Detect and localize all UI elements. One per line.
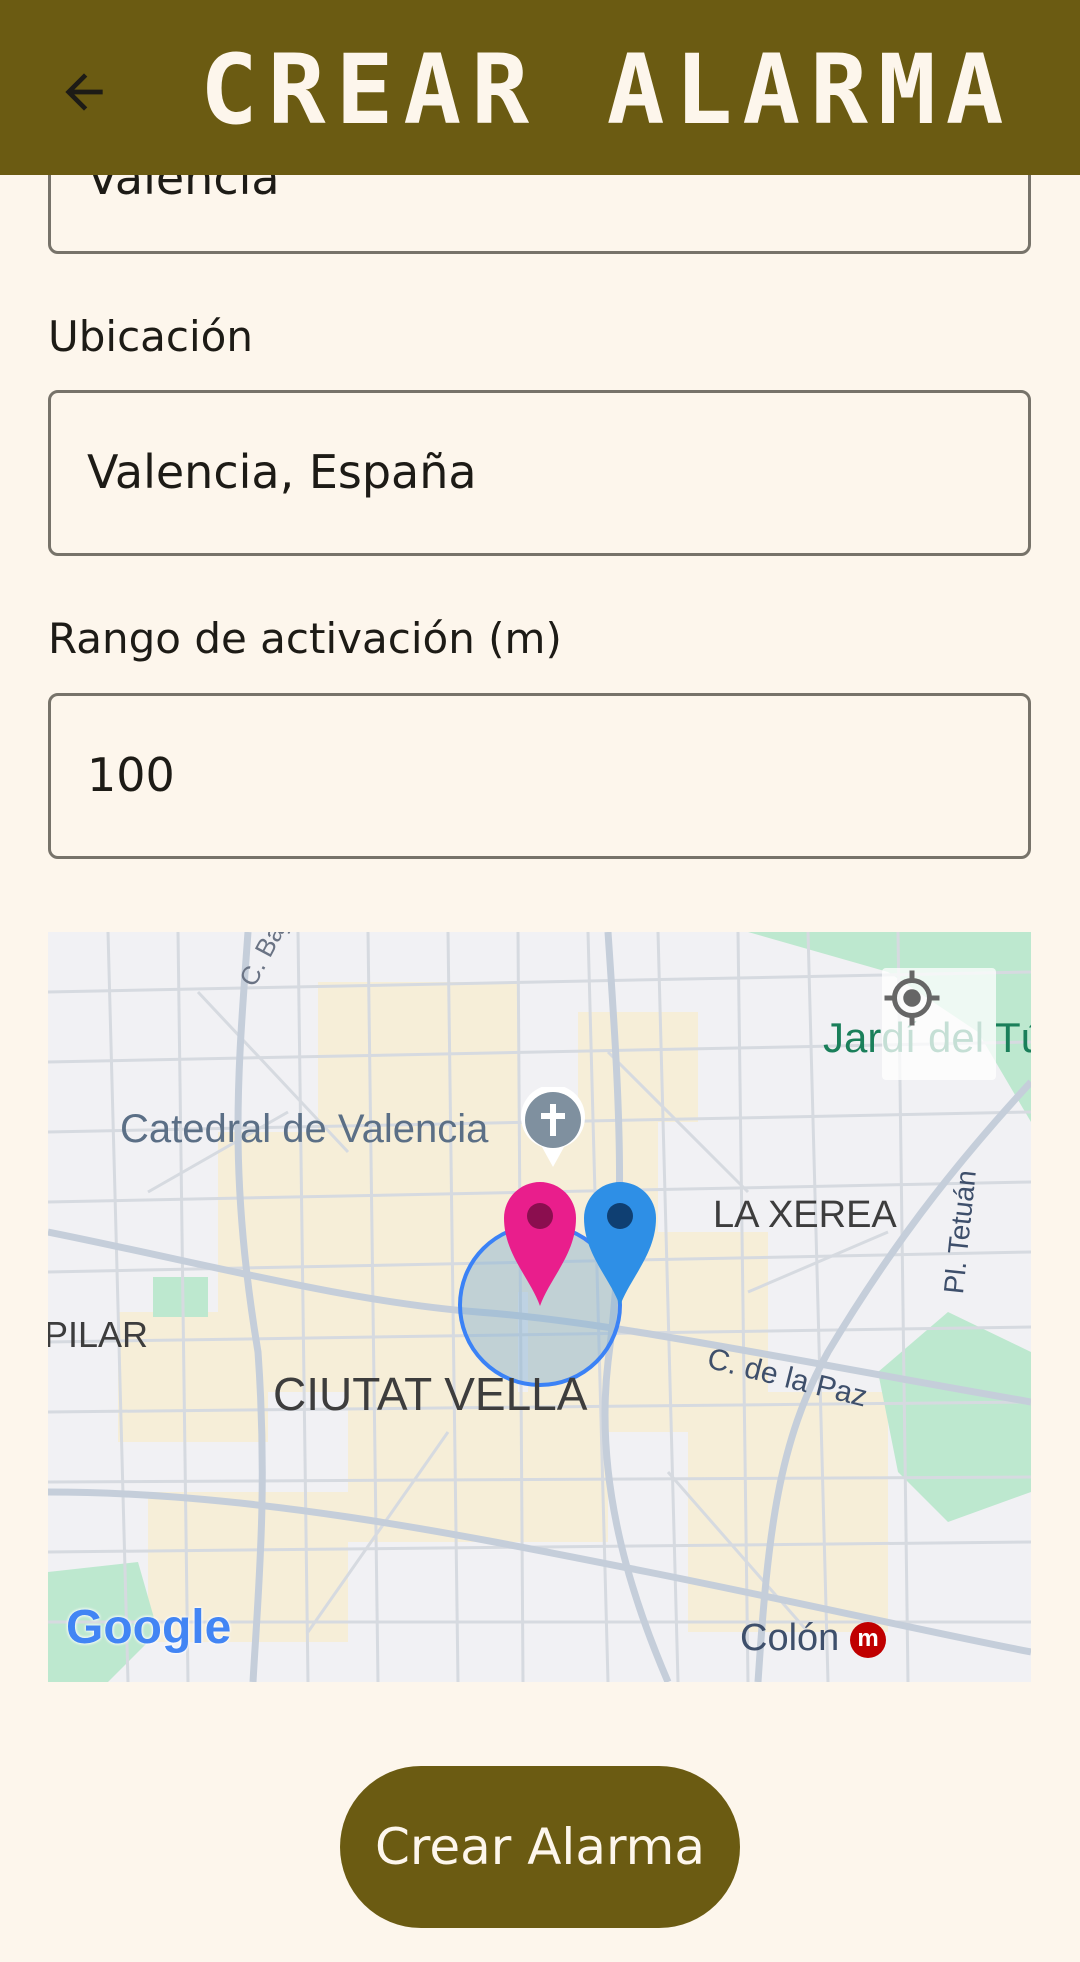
metro-icon: m <box>850 1622 886 1658</box>
create-alarm-button[interactable]: Crear Alarma <box>340 1766 740 1928</box>
cathedral-pin-icon[interactable] <box>520 1087 586 1169</box>
map-label-catedral: Catedral de Valencia <box>120 1107 489 1151</box>
range-field[interactable]: 100 <box>48 693 1031 859</box>
map-label-colon: Colón <box>740 1617 840 1659</box>
map-view[interactable]: Catedral de Valencia LA XEREA CIUTAT VEL… <box>48 932 1031 1682</box>
current-location-marker-icon[interactable] <box>580 1178 660 1306</box>
arrow-left-icon <box>65 73 103 111</box>
page-title: CREAR ALARMA <box>200 34 1014 146</box>
map-label-ciutat-vella: CIUTAT VELLA <box>273 1368 588 1420</box>
map-label-la-xerea: LA XEREA <box>713 1194 897 1236</box>
my-location-icon <box>884 970 940 1026</box>
back-button[interactable] <box>44 52 124 132</box>
app-bar: CREAR ALARMA <box>0 0 1080 175</box>
google-logo: Google <box>66 1601 232 1654</box>
location-field[interactable]: Valencia, España <box>48 390 1031 556</box>
alarm-location-marker-icon[interactable] <box>500 1178 580 1306</box>
location-field-value: Valencia, España <box>87 445 477 499</box>
location-label: Ubicación <box>48 312 253 361</box>
map-label-pilar: PILAR <box>48 1314 149 1355</box>
my-location-button[interactable] <box>882 968 996 1080</box>
range-label: Rango de activación (m) <box>48 614 562 663</box>
range-field-value: 100 <box>87 748 175 802</box>
